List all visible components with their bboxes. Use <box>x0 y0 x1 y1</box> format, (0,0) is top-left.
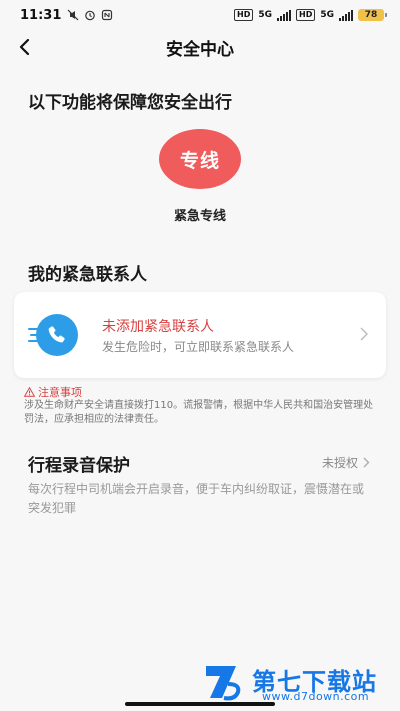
recording-description: 每次行程中司机端会开启录音，便于车内纠纷取证，震慑潜在或突发犯罪 <box>28 482 365 515</box>
recording-status: 未授权 <box>321 456 358 470</box>
contact-hint-text: 发生危险时，可立即联系紧急联系人 <box>102 340 295 354</box>
hd-badge-2: HD <box>296 9 316 21</box>
phone-icon <box>28 314 78 356</box>
watermark: 第七下载站 www.d7down.com <box>202 660 392 706</box>
intro-title: 以下功能将保障您安全出行 <box>28 93 232 113</box>
silent-icon <box>67 9 79 21</box>
hotline-caption: 紧急专线 <box>173 209 226 224</box>
hd-badge-1: HD <box>234 9 254 21</box>
contact-status-text: 未添加紧急联系人 <box>102 319 214 335</box>
recording-authorization-link[interactable]: 未授权 <box>322 454 370 471</box>
battery-level: 78 <box>364 10 378 20</box>
status-notification-icons <box>67 9 113 21</box>
status-right: HD 5G HD 5G 78 <box>234 9 387 21</box>
emergency-contacts-title: 我的紧急联系人 <box>28 265 147 285</box>
network-type-1: 5G <box>258 10 272 20</box>
page-title: 安全中心 <box>166 39 234 60</box>
back-button[interactable] <box>12 34 38 60</box>
home-indicator[interactable] <box>125 702 275 706</box>
nav-bar: 安全中心 <box>0 30 400 64</box>
chevron-right-icon <box>360 327 368 341</box>
battery-icon: 78 <box>358 9 387 21</box>
watermark-url: www.d7down.com <box>262 690 370 703</box>
signal-icon-2 <box>339 9 353 21</box>
hotline-button-label: 专线 <box>179 149 220 172</box>
emergency-hotline-button[interactable]: 专线 <box>159 129 241 189</box>
notice-body: 涉及生命财产安全请直接拨打110。谎报警情，根据中华人民共和国治安管理处罚法，应… <box>24 400 374 425</box>
alarm-icon <box>85 10 96 21</box>
back-arrow-icon <box>19 38 30 56</box>
recording-protection-title: 行程录音保护 <box>28 456 130 476</box>
notice-heading: 注意事项 <box>24 384 82 400</box>
signal-icon-1 <box>277 9 291 21</box>
nfc-icon <box>102 9 113 21</box>
status-left: 11:31 <box>20 8 113 23</box>
status-bar: 11:31 HD 5G HD 5G 78 <box>0 0 400 30</box>
site-logo-icon <box>206 666 241 701</box>
chevron-right-icon <box>363 457 370 468</box>
status-time: 11:31 <box>20 7 62 23</box>
warning-icon <box>24 387 35 397</box>
notice-title: 注意事项 <box>38 386 82 399</box>
network-type-2: 5G <box>320 10 334 20</box>
emergency-contact-card[interactable]: 未添加紧急联系人 发生危险时，可立即联系紧急联系人 <box>14 292 386 378</box>
